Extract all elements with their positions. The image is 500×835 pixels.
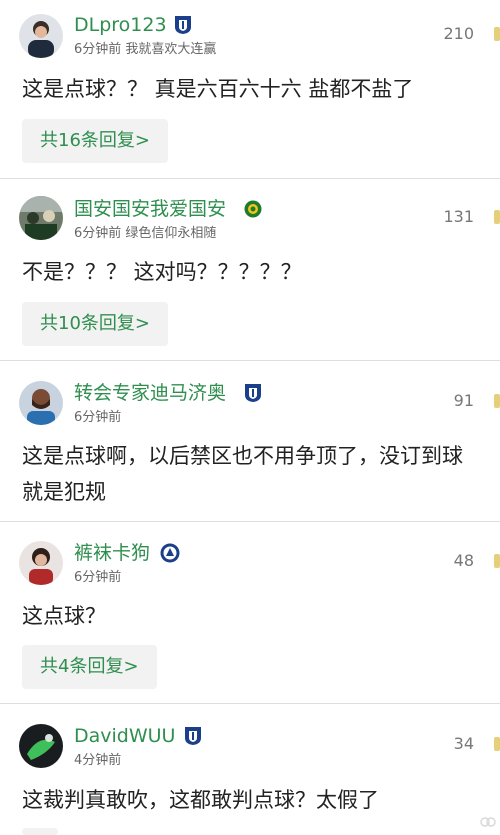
comment-meta: 6分钟前 我就喜欢大连赢 — [74, 42, 216, 58]
comment-text-block: 这是点球啊，以后禁区也不用争顶了，没订到球 就是犯规 — [0, 438, 500, 518]
like-icon[interactable] — [494, 27, 500, 41]
timestamp: 6分钟前 — [74, 410, 122, 425]
comment-text: 这点球？ — [22, 604, 106, 628]
comment-text: 不是？？？ 这对吗？？？？？ — [22, 260, 302, 284]
timestamp: 4分钟前 — [74, 753, 122, 768]
divider — [0, 360, 500, 361]
avatar[interactable] — [19, 196, 63, 240]
dalian-team-badge-icon — [245, 384, 261, 402]
like-count[interactable]: 131 — [443, 207, 474, 227]
avatar[interactable] — [19, 14, 63, 58]
divider — [0, 521, 500, 522]
view-replies-button-partial[interactable] — [22, 828, 58, 835]
like-icon[interactable] — [494, 394, 500, 408]
watermark-icon — [480, 817, 496, 827]
divider — [0, 703, 500, 704]
like-count[interactable]: 91 — [454, 391, 474, 411]
avatar[interactable] — [19, 724, 63, 768]
user-bio: 我就喜欢大连赢 — [125, 42, 217, 57]
view-replies-button[interactable]: 共10条回复> — [22, 302, 168, 346]
watermark-logo — [480, 815, 496, 829]
guoan-team-badge-icon — [244, 200, 262, 218]
comment-meta: 6分钟前 — [74, 410, 121, 426]
view-replies-button[interactable]: 共4条回复> — [22, 645, 157, 689]
like-count[interactable]: 48 — [454, 551, 474, 571]
like-count[interactable]: 210 — [443, 24, 474, 44]
comment-meta: 4分钟前 — [74, 753, 121, 769]
username[interactable]: DavidWUU — [74, 724, 175, 748]
like-icon[interactable] — [494, 737, 500, 751]
avatar[interactable] — [19, 541, 63, 585]
view-replies-button[interactable]: 共16条回复> — [22, 119, 168, 163]
timestamp: 6分钟前 — [74, 42, 122, 57]
like-count[interactable]: 34 — [454, 734, 474, 754]
like-icon[interactable] — [494, 554, 500, 568]
username[interactable]: 转会专家迪马济奥 — [74, 381, 226, 405]
timestamp: 6分钟前 — [74, 570, 122, 585]
avatar[interactable] — [19, 381, 63, 425]
comment-text: 就是犯规 — [22, 480, 106, 504]
dalian-team-badge-icon — [185, 727, 201, 745]
dalian-team-badge-icon — [175, 16, 191, 34]
user-bio: 绿色信仰永相随 — [125, 226, 217, 241]
comment-text: 这是点球？？ 真是六百六十六 盐都不盐了 — [22, 77, 414, 101]
username[interactable]: DLpro123 — [74, 13, 167, 37]
round-team-badge-icon — [160, 543, 180, 563]
username[interactable]: 裤袜卡狗 — [74, 541, 150, 565]
like-icon[interactable] — [494, 210, 500, 224]
comment-text: 这裁判真敢吹，这都敢判点球？太假了 — [22, 788, 379, 812]
comment-meta: 6分钟前 绿色信仰永相随 — [74, 226, 216, 242]
comment-text: 这是点球啊，以后禁区也不用争顶了，没订到球 — [22, 444, 463, 468]
divider — [0, 178, 500, 179]
timestamp: 6分钟前 — [74, 226, 122, 241]
username[interactable]: 国安国安我爱国安 — [74, 197, 226, 221]
comment-meta: 6分钟前 — [74, 570, 121, 586]
